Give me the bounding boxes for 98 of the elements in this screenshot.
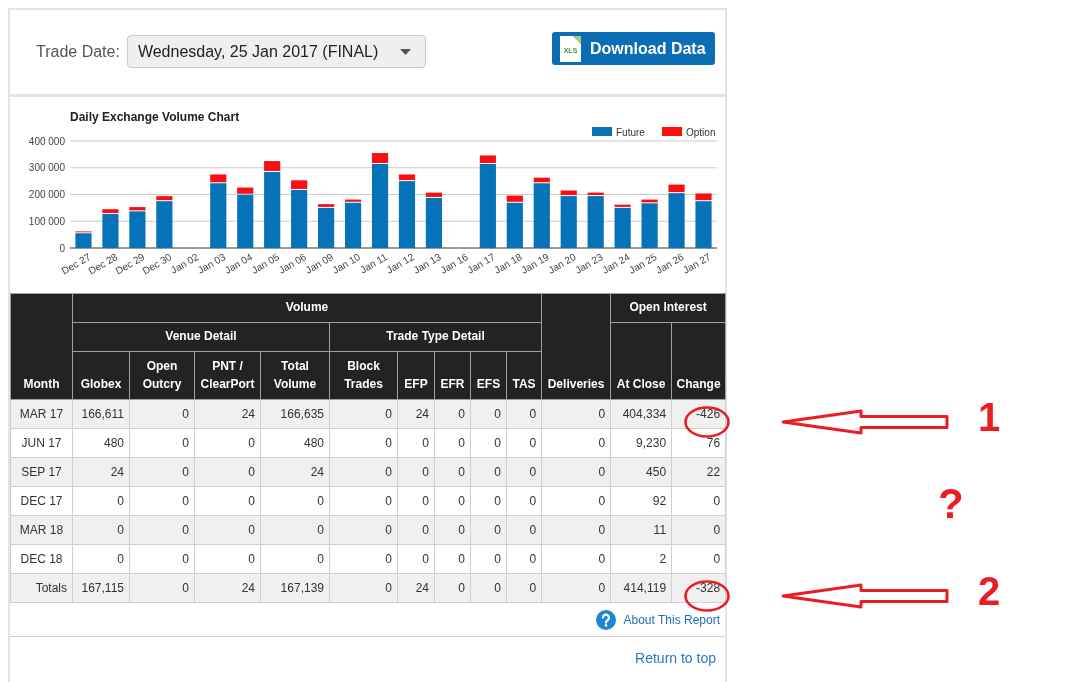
table-cell: 0	[129, 457, 195, 487]
table-cell: 0	[194, 544, 261, 574]
legend-label: Option	[686, 126, 716, 138]
table-cell: 0	[541, 399, 611, 429]
column-header: Deliveries	[541, 293, 611, 400]
table-cell: 0	[671, 544, 726, 574]
y-axis-label: 400 000	[28, 135, 65, 147]
totals-label: Totals	[10, 573, 73, 603]
column-header: TAS	[506, 351, 542, 400]
column-header: Open Outcry	[129, 351, 195, 400]
help-icon	[595, 609, 616, 630]
table-cell: 0	[541, 428, 611, 458]
y-axis-label: 0	[59, 242, 65, 254]
table-cell: 0	[329, 573, 398, 603]
table-cell: 24	[194, 399, 261, 429]
table-cell: 0	[129, 399, 195, 429]
table-cell: 0	[260, 544, 330, 574]
table-cell: 0	[541, 515, 611, 545]
table-cell: 0	[72, 515, 130, 545]
month-cell: MAR 18	[10, 515, 73, 545]
month-cell: DEC 18	[10, 544, 73, 574]
left-arrow-icon	[781, 583, 949, 609]
table-cell: 0	[129, 515, 195, 545]
left-arrow-icon	[781, 409, 949, 435]
table-cell: 0	[541, 457, 611, 487]
table-cell: 0	[329, 457, 398, 487]
table-cell: 0	[129, 428, 195, 458]
table-cell: 92	[610, 486, 672, 516]
table-cell: 24	[260, 457, 330, 487]
table-cell: 0	[194, 515, 261, 545]
table-cell: 414,119	[610, 573, 672, 603]
table-cell: 0	[72, 486, 130, 516]
legend-swatch-icon	[592, 127, 612, 136]
column-header: Globex	[72, 351, 130, 400]
month-cell: JUN 17	[10, 428, 73, 458]
table-cell: 0	[329, 544, 398, 574]
table-cell: 0	[541, 573, 611, 603]
table-cell: 167,139	[260, 573, 330, 603]
column-header: Total Volume	[260, 351, 330, 400]
table-cell: 2	[610, 544, 672, 574]
table-cell: 0	[329, 515, 398, 545]
table-cell: 0	[329, 486, 398, 516]
legend-swatch-icon	[662, 127, 682, 136]
column-header: Change	[671, 322, 726, 400]
table-cell: 166,611	[72, 399, 130, 429]
y-axis-label: 100 000	[28, 215, 65, 227]
table-cell: 404,334	[610, 399, 672, 429]
table-cell: 0	[129, 544, 195, 574]
table-cell: 0	[329, 428, 398, 458]
month-cell: DEC 17	[10, 486, 73, 516]
month-cell: SEP 17	[10, 457, 73, 487]
trade-date-label: Trade Date:	[36, 42, 120, 61]
table-cell: 0	[129, 573, 195, 603]
y-axis-label: 300 000	[28, 162, 65, 174]
table-cell: 24	[72, 457, 130, 487]
column-header: PNT / ClearPort	[194, 351, 261, 400]
table-cell: 0	[72, 544, 130, 574]
trade-date-dropdown[interactable]: Wednesday, 25 Jan 2017 (FINAL)	[126, 35, 426, 68]
table-cell: 9,230	[610, 428, 672, 458]
table-cell: 450	[610, 457, 672, 487]
table-cell: 167,115	[72, 573, 130, 603]
column-header: Venue Detail	[72, 322, 330, 352]
table-cell: 0	[260, 515, 330, 545]
callout-label: ?	[938, 483, 964, 525]
table-cell: 0	[194, 457, 261, 487]
column-header: Block Trades	[329, 351, 398, 400]
column-header: Trade Type Detail	[329, 322, 542, 352]
y-axis-label: 200 000	[28, 189, 65, 200]
table-cell: 0	[541, 544, 611, 574]
callout-label: 1	[978, 397, 1001, 437]
column-header: EFR	[434, 351, 471, 400]
table-cell: 0	[541, 486, 611, 516]
table-cell: 11	[610, 515, 672, 545]
column-header: Open Interest	[610, 293, 726, 323]
table-cell: 480	[260, 428, 330, 458]
table-cell: 24	[194, 573, 261, 603]
month-cell: MAR 17	[10, 399, 73, 429]
chart-title: Daily Exchange Volume Chart	[70, 110, 240, 124]
about-report-link[interactable]: About This Report	[623, 612, 720, 627]
legend-label: Future	[616, 126, 645, 138]
table-cell: 0	[194, 486, 261, 516]
column-header: EFS	[470, 351, 507, 400]
table-cell: 22	[671, 457, 726, 487]
table-cell: 0	[671, 486, 726, 516]
column-header: EFP	[397, 351, 435, 400]
callout-label: 2	[978, 571, 1001, 611]
table-cell: 0	[129, 486, 195, 516]
return-to-top-link[interactable]: Return to top	[635, 650, 716, 666]
table-cell: 166,635	[260, 399, 330, 429]
table-cell: 0	[260, 486, 330, 516]
column-header: Volume	[72, 293, 542, 323]
caret-icon	[399, 48, 411, 55]
column-header: Month	[10, 293, 73, 400]
column-header: At Close	[610, 322, 672, 400]
table-cell: 480	[72, 428, 130, 458]
table-cell: 0	[329, 399, 398, 429]
table-cell: 0	[194, 428, 261, 458]
table-cell: 0	[671, 515, 726, 545]
